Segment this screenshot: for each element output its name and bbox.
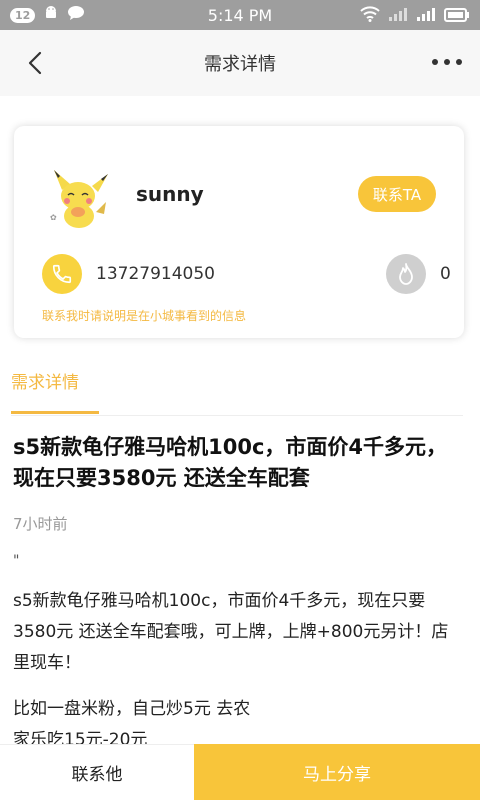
fire-count: 0 xyxy=(440,264,451,284)
signal-icon-2 xyxy=(416,6,436,26)
tab-demand-details[interactable]: 需求详情 xyxy=(11,368,79,393)
more-dot-icon xyxy=(456,59,462,65)
back-button[interactable] xyxy=(24,51,48,75)
phone-call-button[interactable] xyxy=(42,254,82,294)
contact-him-button[interactable]: 联系他 xyxy=(0,744,194,800)
username: sunny xyxy=(136,182,204,206)
profile-card: ✿ sunny 联系TA 13727914050 0 联系我时请说明是在小城事看… xyxy=(14,126,464,338)
svg-text:✿: ✿ xyxy=(50,213,57,222)
wifi-icon xyxy=(360,6,380,26)
post-content: s5新款龟仔雅马哈机100c，市面价4千多元，现在只要3580元 还送全车配套 … xyxy=(0,416,480,744)
post-body: s5新款龟仔雅马哈机100c，市面价4千多元，现在只要3580元 还送全车配套哦… xyxy=(13,591,449,673)
battery-icon xyxy=(444,7,470,26)
post-time: 7小时前 xyxy=(13,515,68,533)
more-options-button[interactable] xyxy=(432,54,462,70)
tab-active-indicator xyxy=(11,411,99,414)
post-quote-mark: " xyxy=(13,553,20,569)
post-body-extra: 比如一盘米粉，自己炒5元 去农家乐吃15元-20元 xyxy=(13,699,251,744)
phone-icon xyxy=(52,264,72,284)
page-title: 需求详情 xyxy=(204,54,276,75)
app-header: 需求详情 xyxy=(0,30,480,96)
phone-number: 13727914050 xyxy=(96,264,215,284)
share-now-button[interactable]: 马上分享 xyxy=(194,744,480,800)
signal-icon-1 xyxy=(388,6,408,26)
post-title: s5新款龟仔雅马哈机100c，市面价4千多元，现在只要3580元 还送全车配套 xyxy=(13,435,448,490)
more-dot-icon xyxy=(444,59,450,65)
status-bar: 12 5:14 PM xyxy=(0,0,480,30)
more-dot-icon xyxy=(432,59,438,65)
avatar: ✿ xyxy=(48,168,110,230)
contact-note: 联系我时请说明是在小城事看到的信息 xyxy=(42,309,247,323)
fire-button[interactable] xyxy=(386,254,426,294)
flame-icon xyxy=(399,263,413,285)
contact-ta-button[interactable]: 联系TA xyxy=(358,176,436,212)
chevron-left-icon xyxy=(28,51,42,75)
bottom-action-bar: 联系他 马上分享 xyxy=(0,744,480,800)
